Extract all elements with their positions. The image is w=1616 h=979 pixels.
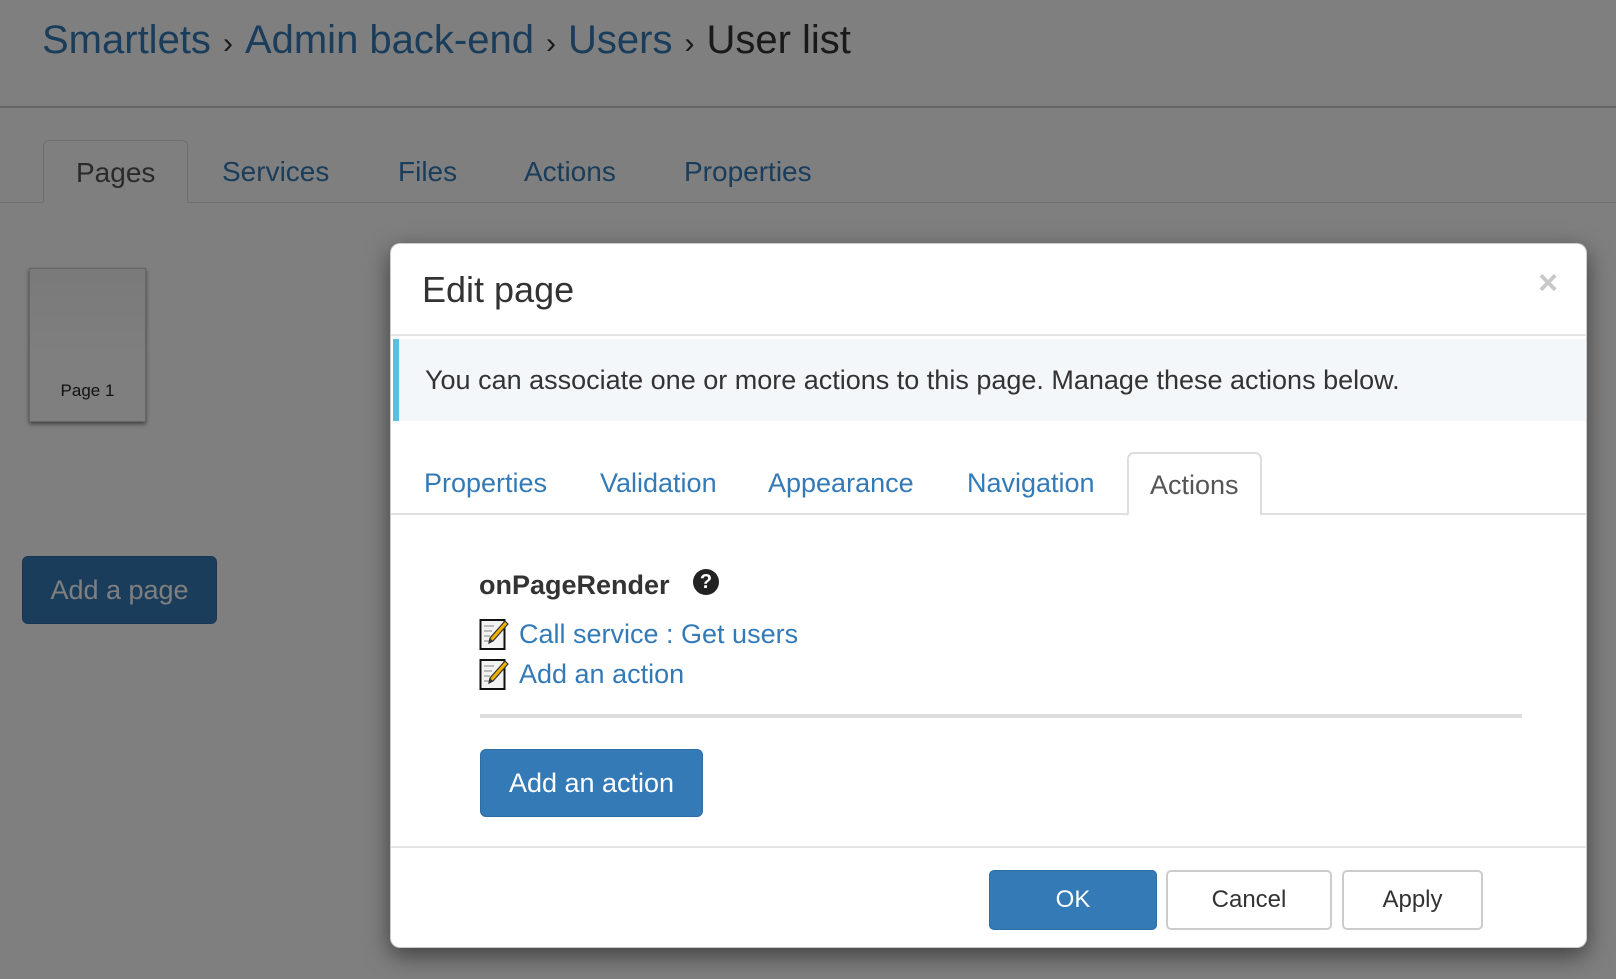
modal-footer: OK Cancel Apply: [391, 846, 1586, 948]
modal-tab-actions[interactable]: Actions: [1127, 452, 1262, 516]
event-name: onPageRender: [479, 570, 670, 600]
divider: [480, 714, 1522, 718]
cancel-button[interactable]: Cancel: [1166, 870, 1332, 930]
info-alert: You can associate one or more actions to…: [393, 339, 1586, 421]
modal-title: Edit page: [422, 269, 575, 310]
modal-tab-navigation[interactable]: Navigation: [967, 452, 1095, 515]
edit-page-modal: Edit page × You can associate one or mor…: [390, 243, 1587, 948]
edit-document-icon[interactable]: [479, 657, 509, 691]
modal-tab-properties[interactable]: Properties: [424, 452, 547, 515]
modal-tab-validation[interactable]: Validation: [600, 452, 717, 515]
action-item: Call service : Get users: [479, 616, 798, 652]
modal-tab-appearance[interactable]: Appearance: [768, 452, 914, 515]
apply-button[interactable]: Apply: [1342, 870, 1483, 930]
ok-button[interactable]: OK: [989, 870, 1157, 930]
close-icon[interactable]: ×: [1538, 266, 1558, 300]
action-link-call-service[interactable]: Call service : Get users: [519, 619, 798, 650]
help-icon[interactable]: ?: [693, 569, 719, 595]
modal-header: Edit page ×: [391, 244, 1586, 336]
add-action-button[interactable]: Add an action: [480, 749, 703, 817]
modal-tabs: Properties Validation Appearance Navigat…: [391, 452, 1586, 516]
edit-document-icon[interactable]: [479, 617, 509, 651]
action-link-add-action[interactable]: Add an action: [519, 659, 684, 690]
action-item: Add an action: [479, 656, 684, 692]
